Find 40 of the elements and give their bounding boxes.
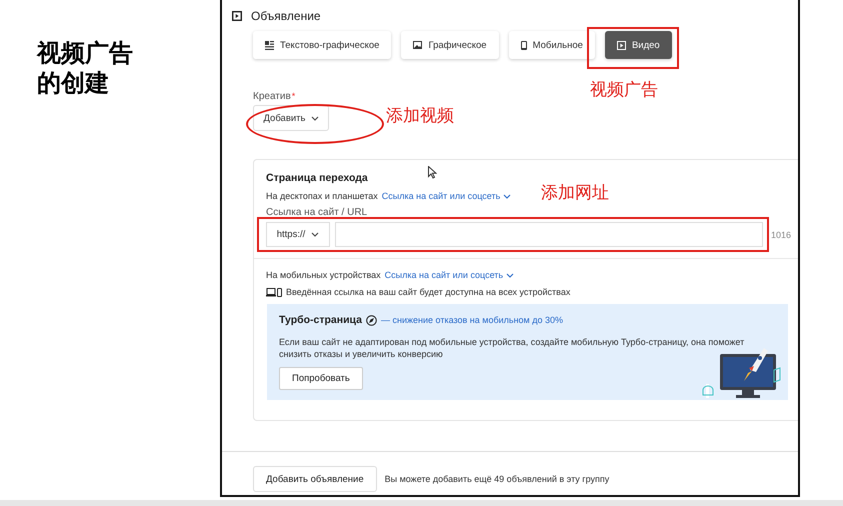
mobile-label: На мобильных устройствах xyxy=(266,270,381,280)
protocol-dropdown[interactable]: https:// xyxy=(266,222,330,247)
chevron-down-icon xyxy=(310,116,318,120)
text-image-icon xyxy=(265,40,274,50)
add-ad-button[interactable]: Добавить объявление xyxy=(253,466,377,492)
add-dropdown[interactable]: Добавить xyxy=(253,105,329,131)
pointer-icon xyxy=(428,166,437,179)
ad-type-tab[interactable]: Мобильное xyxy=(508,31,595,59)
ad-type-tab[interactable]: Видео xyxy=(604,31,672,59)
desktop-label: На десктопах и планшетах xyxy=(266,191,378,201)
remaining-ads-note: Вы можете добавить ещё 49 объявлений в эту группу xyxy=(384,474,610,484)
annotation-label: 添加视频 xyxy=(386,105,454,127)
chevron-down-icon xyxy=(503,194,512,198)
try-button[interactable]: Попробовать xyxy=(279,367,363,390)
turbo-title: Турбо-страница xyxy=(279,314,362,326)
slide-title: 视频广告 xyxy=(37,38,133,68)
url-label: Ссылка на сайт / URL xyxy=(266,207,368,218)
link-type-link[interactable]: Ссылка на сайт или соцсеть xyxy=(384,270,514,280)
annotation-label: 添加网址 xyxy=(541,182,609,204)
devices-note: Введённая ссылка на ваш сайт будет доступна на всех устройствах xyxy=(286,287,570,297)
slide-title: 的创建 xyxy=(37,68,109,98)
link-type-link[interactable]: Ссылка на сайт или соцсеть xyxy=(382,191,512,201)
devices-icon xyxy=(266,288,282,296)
image-icon xyxy=(413,41,422,49)
section-title: Объявление xyxy=(251,9,321,23)
card-title: Страница перехода xyxy=(266,172,368,184)
play-icon xyxy=(232,11,242,21)
turbo-subtitle: — снижение отказов на мобильном до 30% xyxy=(380,315,564,325)
ad-type-tab[interactable]: Текстово-графическое xyxy=(253,31,392,59)
annotation-label: 视频广告 xyxy=(590,79,658,101)
ad-type-tab[interactable]: Графическое xyxy=(401,31,499,59)
required-mark: * xyxy=(292,91,296,102)
play-icon xyxy=(616,40,626,50)
turbo-description: Если ваш сайт не адаптирован под мобильные устройства, создайте мобильную Турбо-страницу, она поможет снизить отказы и увеличить конверсию xyxy=(279,336,746,360)
chevron-down-icon xyxy=(311,232,320,237)
phone-icon xyxy=(520,40,527,50)
url-input-field[interactable] xyxy=(335,222,763,247)
creative-label: Креатив xyxy=(253,91,291,102)
char-counter: 1016 xyxy=(771,230,792,240)
chevron-down-icon xyxy=(506,272,514,278)
